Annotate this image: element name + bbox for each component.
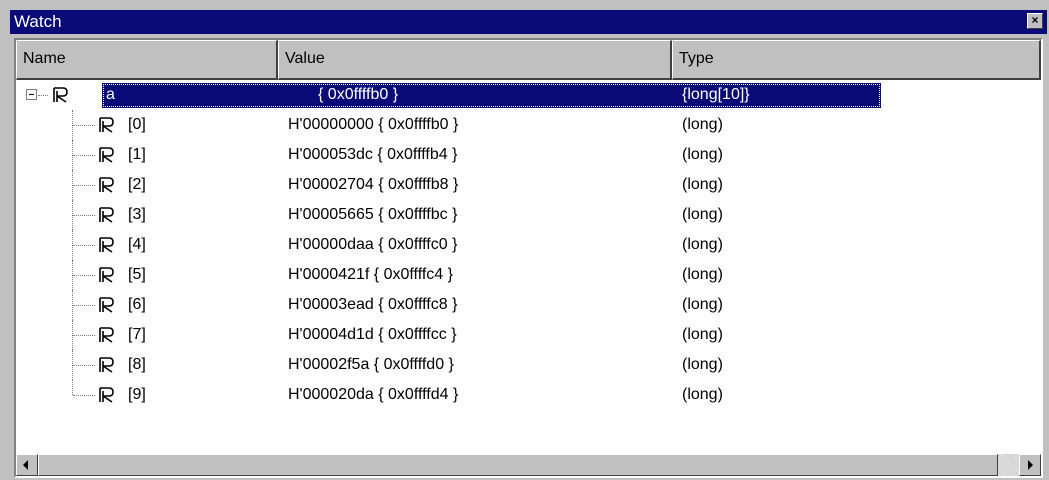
column-header-type[interactable]: Type (672, 40, 1041, 80)
column-header: Name Value Type (16, 40, 1041, 80)
tree-connector (73, 365, 95, 366)
tree-connector (73, 215, 95, 216)
row-name: [2] (128, 176, 146, 193)
row-name: [9] (128, 386, 146, 403)
row-value: H'00005665 { 0x0ffffbc } (288, 206, 458, 223)
row-value: H'00004d1d { 0x0ffffcc } (288, 326, 457, 343)
row-name: [1] (128, 146, 146, 163)
row-value: H'000020da { 0x0ffffd4 } (288, 386, 459, 403)
row-value: H'00000daa { 0x0ffffc0 } (288, 236, 458, 253)
row-name: [4] (128, 236, 146, 253)
tree-connector (73, 245, 95, 246)
row-value: H'0000421f { 0x0ffffc4 } (288, 266, 453, 283)
arrow-right-icon (1028, 460, 1033, 470)
row-name: [7] (128, 326, 146, 343)
row-type: (long) (682, 326, 723, 343)
close-button[interactable]: × (1027, 13, 1043, 29)
row-type: (long) (682, 116, 723, 133)
tree-row-child[interactable]: [6] H'00003ead { 0x0ffffc8 } (long) (16, 290, 1041, 320)
row-name: [0] (128, 116, 146, 133)
register-icon (99, 387, 114, 403)
tree-connector (73, 305, 95, 306)
row-value: H'00000000 { 0x0ffffb0 } (288, 116, 459, 133)
tree-connector (73, 335, 95, 336)
register-icon (99, 327, 114, 343)
tree-collapse-icon[interactable] (26, 89, 37, 100)
tree-connector (73, 155, 95, 156)
window-title: Watch (14, 12, 62, 31)
register-icon (99, 117, 114, 133)
row-type: (long) (682, 146, 723, 163)
arrow-left-icon (23, 460, 28, 470)
row-type: (long) (682, 176, 723, 193)
scrollbar-thumb[interactable] (38, 454, 998, 476)
column-header-name[interactable]: Name (16, 40, 278, 80)
register-icon (99, 207, 114, 223)
scroll-right-button[interactable] (1019, 454, 1041, 476)
tree-connector (73, 185, 95, 186)
row-value: H'000053dc { 0x0ffffb4 } (288, 146, 458, 163)
row-value: H'00003ead { 0x0ffffc8 } (288, 296, 458, 313)
scroll-left-button[interactable] (16, 454, 38, 476)
register-icon (53, 87, 68, 103)
tree-connector (38, 95, 48, 96)
row-type: (long) (682, 356, 723, 373)
register-icon (99, 237, 114, 253)
horizontal-scrollbar[interactable] (16, 454, 1041, 476)
tree-row-root[interactable]: a { 0x0ffffb0 } {long[10]} (16, 80, 1041, 110)
row-type: (long) (682, 266, 723, 283)
register-icon (99, 177, 114, 193)
row-type: (long) (682, 386, 723, 403)
row-value: H'00002f5a { 0x0ffffd0 } (288, 356, 454, 373)
row-value: H'00002704 { 0x0ffffb8 } (288, 176, 459, 193)
row-name: a (106, 86, 115, 103)
register-icon (99, 147, 114, 163)
row-type: (long) (682, 296, 723, 313)
tree-row-child[interactable]: [7] H'00004d1d { 0x0ffffcc } (long) (16, 320, 1041, 350)
watch-window: Watch × Name Value Type a { 0x0ffffb0 } {l… (0, 0, 1049, 480)
tree-connector (73, 125, 95, 126)
row-type: (long) (682, 206, 723, 223)
row-type: {long[10]} (682, 86, 750, 103)
tree-row-child[interactable]: [1] H'000053dc { 0x0ffffb4 } (long) (16, 140, 1041, 170)
tree-connector (73, 395, 95, 396)
selection-highlight (102, 83, 881, 108)
tree-row-child[interactable]: [9] H'000020da { 0x0ffffd4 } (long) (16, 380, 1041, 410)
row-type: (long) (682, 236, 723, 253)
column-header-value[interactable]: Value (278, 40, 672, 80)
register-icon (99, 297, 114, 313)
tree-row-child[interactable]: [3] H'00005665 { 0x0ffffbc } (long) (16, 200, 1041, 230)
watch-list[interactable]: Name Value Type a { 0x0ffffb0 } {long[10]}… (14, 38, 1043, 478)
row-name: [6] (128, 296, 146, 313)
tree-row-child[interactable]: [8] H'00002f5a { 0x0ffffd0 } (long) (16, 350, 1041, 380)
tree-row-child[interactable]: [0] H'00000000 { 0x0ffffb0 } (long) (16, 110, 1041, 140)
row-name: [8] (128, 356, 146, 373)
tree-row-child[interactable]: [4] H'00000daa { 0x0ffffc0 } (long) (16, 230, 1041, 260)
tree-row-child[interactable]: [5] H'0000421f { 0x0ffffc4 } (long) (16, 260, 1041, 290)
register-icon (99, 357, 114, 373)
title-bar[interactable]: Watch × (10, 10, 1047, 34)
tree-connector (73, 275, 95, 276)
row-name: [5] (128, 266, 146, 283)
tree-row-child[interactable]: [2] H'00002704 { 0x0ffffb8 } (long) (16, 170, 1041, 200)
close-icon: × (1031, 13, 1039, 27)
tree-connector (72, 380, 73, 395)
register-icon (99, 267, 114, 283)
row-value: { 0x0ffffb0 } (318, 86, 399, 103)
row-name: [3] (128, 206, 146, 223)
